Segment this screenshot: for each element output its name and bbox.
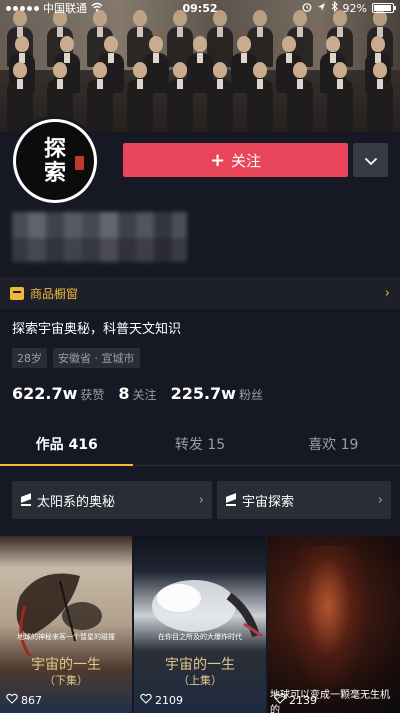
- collection-universe-exploration[interactable]: 宇宙探索 ›: [217, 481, 391, 519]
- status-bar: 中国联通 09:52 92%: [0, 0, 400, 16]
- followers-label: 粉丝: [238, 388, 263, 402]
- chevron-right-icon: ›: [198, 492, 204, 508]
- earth-glow: [288, 546, 368, 696]
- video-thumbnail[interactable]: 地球可以变成一颗毫无生机的 2139: [268, 536, 400, 713]
- followers-count: 225.7w: [170, 384, 236, 403]
- avatar-seal: [75, 156, 84, 170]
- heart-icon: [274, 693, 286, 707]
- bluetooth-icon: [331, 0, 338, 15]
- collection-solar-system[interactable]: 太阳系的奥秘 ›: [12, 481, 212, 519]
- likes-label: 获赞: [80, 388, 105, 402]
- tab-works[interactable]: 作品 416: [0, 426, 134, 466]
- following-count: 8: [118, 384, 130, 403]
- alarm-icon: [302, 2, 312, 15]
- collection-label: 太阳系的奥秘: [37, 494, 116, 510]
- follow-button-label: 关注: [231, 151, 262, 170]
- battery-icon: [372, 3, 396, 13]
- shop-window-label: 商品橱窗: [30, 286, 79, 301]
- video-thumbnail[interactable]: 地球的神秘来客一个彗星的碰撞 宇宙的一生 （下集） 867: [0, 536, 132, 713]
- video-subtitle-art: （下集）: [44, 674, 88, 687]
- following-label: 关注: [132, 388, 157, 402]
- collection-label: 宇宙探索: [242, 494, 295, 510]
- profile-stats: 622.7w 获赞 8 关注 225.7w 粉丝: [12, 384, 263, 403]
- likes-count: 2109: [155, 693, 183, 707]
- following-stat[interactable]: 8 关注: [118, 384, 156, 403]
- video-thumbnail[interactable]: 在你目之所及的大爆炸时代 宇宙的一生 （上集） 2109: [134, 536, 266, 713]
- chevron-right-icon: ›: [384, 285, 390, 301]
- likes-count: 622.7w: [12, 384, 78, 403]
- plus-icon: +: [209, 149, 226, 171]
- collection-icon: [20, 494, 32, 506]
- followers-stat[interactable]: 225.7w 粉丝: [171, 384, 263, 403]
- video-caption: 在你目之所及的大爆炸时代: [158, 633, 242, 641]
- shop-window-row[interactable]: 商品橱窗 ›: [0, 277, 400, 309]
- collection-icon: [225, 494, 237, 506]
- tab-likes[interactable]: 喜欢 19: [267, 426, 400, 465]
- age-tag: 28岁: [12, 348, 47, 368]
- profile-tags: 28岁 安徽省 · 宣城市: [12, 348, 140, 368]
- location-icon: [317, 2, 326, 15]
- more-options-button[interactable]: [353, 143, 388, 177]
- likes-count: 2139: [289, 693, 317, 707]
- battery-percent: 92%: [342, 1, 367, 15]
- video-likes: 2109: [140, 693, 183, 707]
- video-likes: 867: [6, 693, 42, 707]
- shop-icon: [10, 286, 24, 300]
- video-grid: 地球的神秘来客一个彗星的碰撞 宇宙的一生 （下集） 867 在你目之所及的大爆炸…: [0, 536, 400, 713]
- signal-icon: [6, 5, 39, 11]
- video-subtitle-art: （上集）: [178, 674, 222, 687]
- chevron-right-icon: ›: [377, 492, 383, 508]
- bio-text: 探索宇宙奥秘，科普天文知识: [12, 322, 182, 337]
- blurred-username: [12, 212, 187, 262]
- carrier-name: 中国联通: [43, 2, 87, 15]
- likes-stat: 622.7w 获赞: [12, 384, 104, 403]
- content-tabs: 作品 416 转发 15 喜欢 19: [0, 426, 400, 466]
- video-likes: 2139: [274, 693, 317, 707]
- tab-reposts[interactable]: 转发 15: [133, 426, 266, 465]
- video-caption: 地球的神秘来客一个彗星的碰撞: [17, 633, 115, 641]
- cover-photo: [0, 0, 400, 132]
- chevron-down-icon: [364, 151, 378, 170]
- wifi-icon: [91, 2, 103, 15]
- avatar-logo-text: 探索: [43, 136, 66, 186]
- avatar[interactable]: 探索: [10, 116, 100, 206]
- battery-fill: [374, 5, 391, 11]
- likes-count: 867: [21, 693, 42, 707]
- heart-icon: [140, 693, 152, 707]
- video-title-art: 宇宙的一生: [31, 657, 101, 673]
- video-title-art: 宇宙的一生: [165, 657, 235, 673]
- collections-row: 太阳系的奥秘 › 宇宙探索 ›: [12, 481, 391, 519]
- location-tag: 安徽省 · 宣城市: [53, 348, 140, 368]
- heart-icon: [6, 693, 18, 707]
- follow-button[interactable]: + 关注: [123, 143, 348, 177]
